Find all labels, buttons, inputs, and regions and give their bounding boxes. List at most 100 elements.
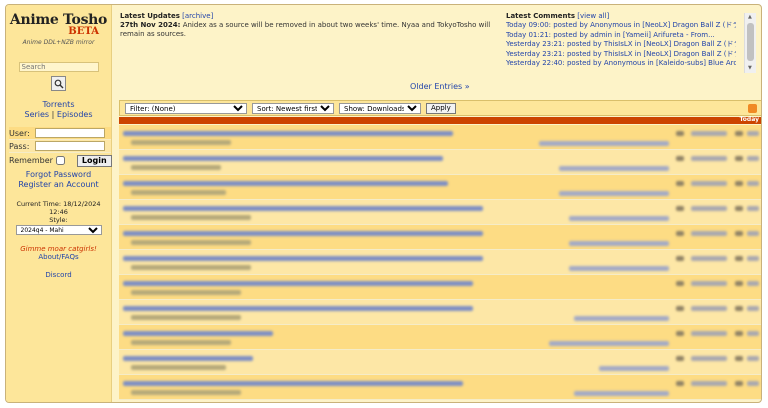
blurred-row-content bbox=[539, 141, 669, 146]
latest-updates: Latest Updates [archive] 27th Nov 2024: … bbox=[120, 12, 500, 39]
style-select[interactable]: 2024q4 - Mahi bbox=[15, 225, 102, 235]
filter-select[interactable]: Filter: (None) bbox=[125, 102, 247, 114]
blurred-row-content bbox=[735, 231, 743, 236]
comment-item[interactable]: Yesterday 22:40: posted by Anonymous in … bbox=[506, 59, 736, 68]
blurred-row-content bbox=[735, 306, 743, 311]
table-row[interactable] bbox=[119, 325, 761, 350]
gimme-link[interactable]: Gimme moar catgirls! bbox=[6, 245, 111, 253]
blurred-row-content bbox=[676, 156, 684, 161]
nav-torrents-link[interactable]: Torrents bbox=[43, 100, 75, 109]
blurred-row-content bbox=[676, 181, 684, 186]
table-row[interactable] bbox=[119, 175, 761, 200]
updates-archive-link[interactable]: [archive] bbox=[182, 12, 213, 20]
table-row[interactable] bbox=[119, 350, 761, 375]
blurred-row-content bbox=[131, 365, 226, 370]
comments-scrollbar[interactable]: ▲ ▼ bbox=[744, 13, 756, 73]
table-row[interactable] bbox=[119, 375, 761, 400]
blurred-row-content bbox=[676, 381, 684, 386]
table-row[interactable] bbox=[119, 225, 761, 250]
blurred-row-content bbox=[569, 266, 669, 271]
search-icon bbox=[54, 79, 64, 89]
blurred-row-content bbox=[123, 331, 273, 336]
sidebar: Anime Tosho BETA Anime DDL+NZB mirror To… bbox=[6, 5, 112, 402]
blurred-row-content bbox=[131, 290, 241, 295]
blurred-row-content bbox=[123, 156, 443, 161]
forgot-password-link[interactable]: Forgot Password bbox=[26, 170, 91, 179]
blurred-row-content bbox=[131, 240, 251, 245]
blurred-row-content bbox=[549, 341, 669, 346]
blurred-row-content bbox=[747, 356, 759, 361]
discord-link[interactable]: Discord bbox=[45, 271, 71, 279]
about-link[interactable]: About/FAQs bbox=[38, 253, 78, 261]
comments-title: Latest Comments bbox=[506, 12, 576, 20]
comment-item[interactable]: Yesterday 23:21: posted by ThisIsLX in [… bbox=[506, 50, 736, 59]
blurred-row-content bbox=[735, 356, 743, 361]
blurred-row-content bbox=[735, 156, 743, 161]
remember-checkbox[interactable] bbox=[55, 156, 65, 165]
sort-select[interactable]: Sort: Newest first bbox=[252, 102, 334, 114]
blurred-row-content bbox=[123, 131, 453, 136]
blurred-row-content bbox=[691, 256, 727, 261]
blurred-row-content bbox=[691, 356, 727, 361]
table-row[interactable] bbox=[119, 250, 761, 275]
login-button[interactable]: Login bbox=[76, 154, 112, 167]
latest-comments: Latest Comments [view all] Today 09:00: … bbox=[506, 12, 736, 68]
blurred-row-content bbox=[676, 231, 684, 236]
table-row[interactable] bbox=[119, 200, 761, 225]
nav-episodes-link[interactable]: Episodes bbox=[57, 110, 93, 119]
blurred-row-content bbox=[691, 206, 727, 211]
scrollbar-thumb[interactable] bbox=[747, 23, 754, 61]
torrent-list bbox=[119, 125, 761, 400]
blurred-row-content bbox=[747, 231, 759, 236]
blurred-row-content bbox=[123, 256, 483, 261]
blurred-row-content bbox=[735, 206, 743, 211]
scroll-up-arrow-icon[interactable]: ▲ bbox=[748, 15, 752, 20]
rss-icon[interactable] bbox=[748, 104, 757, 113]
current-time-value: 12:46 bbox=[49, 208, 68, 216]
blurred-row-content bbox=[747, 256, 759, 261]
username-field[interactable] bbox=[35, 128, 105, 138]
apply-button[interactable]: Apply bbox=[426, 102, 456, 114]
blurred-row-content bbox=[747, 306, 759, 311]
remember-label: Remember bbox=[9, 156, 53, 165]
blurred-row-content bbox=[747, 206, 759, 211]
show-select[interactable]: Show: Downloads bbox=[339, 102, 421, 114]
search-button[interactable] bbox=[51, 76, 66, 91]
blurred-row-content bbox=[123, 356, 253, 361]
browser-frame: Anime Tosho BETA Anime DDL+NZB mirror To… bbox=[5, 4, 762, 403]
comment-item[interactable]: Today 01:21: posted by admin in [Yameii]… bbox=[506, 31, 736, 40]
day-label: Today bbox=[739, 116, 760, 123]
register-link[interactable]: Register an Account bbox=[18, 180, 98, 189]
blurred-row-content bbox=[676, 256, 684, 261]
blurred-row-content bbox=[123, 281, 473, 286]
blurred-row-content bbox=[559, 191, 669, 196]
blurred-row-content bbox=[574, 316, 669, 321]
table-row[interactable] bbox=[119, 300, 761, 325]
table-row[interactable] bbox=[119, 150, 761, 175]
style-label: Style: bbox=[49, 216, 68, 224]
blurred-row-content bbox=[747, 281, 759, 286]
blurred-row-content bbox=[747, 156, 759, 161]
blurred-row-content bbox=[676, 281, 684, 286]
search-input[interactable] bbox=[18, 62, 99, 72]
comment-item[interactable]: Today 09:00: posted by Anonymous in [Neo… bbox=[506, 21, 736, 30]
table-row[interactable] bbox=[119, 275, 761, 300]
comment-item[interactable]: Yesterday 23:21: posted by ThisIsLX in [… bbox=[506, 40, 736, 49]
blurred-row-content bbox=[735, 281, 743, 286]
older-entries-link[interactable]: Older Entries » bbox=[410, 82, 470, 91]
nav-series-link[interactable]: Series bbox=[25, 110, 50, 119]
user-label: User: bbox=[9, 128, 30, 138]
blurred-row-content bbox=[574, 391, 669, 396]
password-field[interactable] bbox=[35, 141, 105, 151]
pass-label: Pass: bbox=[9, 141, 30, 151]
scroll-down-arrow-icon[interactable]: ▼ bbox=[748, 66, 752, 71]
blurred-row-content bbox=[747, 131, 759, 136]
blurred-row-content bbox=[691, 131, 727, 136]
comments-view-all-link[interactable]: [view all] bbox=[577, 12, 609, 20]
table-row[interactable] bbox=[119, 125, 761, 150]
blurred-row-content bbox=[691, 181, 727, 186]
blurred-row-content bbox=[691, 281, 727, 286]
blurred-row-content bbox=[123, 381, 463, 386]
blurred-row-content bbox=[123, 206, 483, 211]
blurred-row-content bbox=[131, 215, 251, 220]
